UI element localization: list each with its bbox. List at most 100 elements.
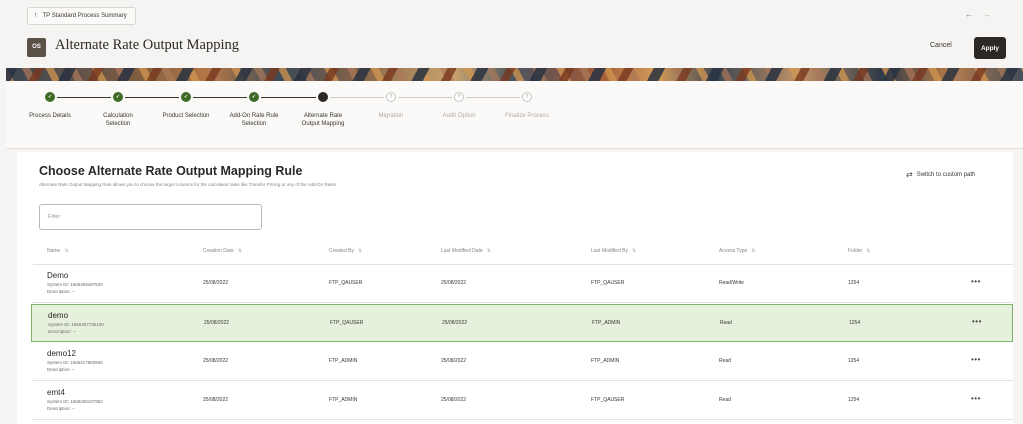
last-modified-date-cell: 25/08/2022 [442, 320, 468, 326]
switch-to-custom-path-link[interactable]: ⇄ Switch to custom path [906, 170, 975, 179]
last-modified-date-cell: 25/08/2022 [441, 358, 467, 364]
sort-icon[interactable]: ⇅ [866, 248, 870, 254]
decorative-banner [6, 68, 1023, 81]
more-actions-icon[interactable]: ••• [971, 277, 981, 286]
column-header[interactable]: Last Modified By ⇅ [591, 248, 636, 254]
step-2-indicator[interactable]: ✓ [113, 92, 123, 102]
system-id: System ID: 1665417883945 [47, 360, 103, 365]
last-modified-date-cell: 25/08/2022 [441, 397, 467, 403]
section-description: Alternate Rate Output Mapping Rule allow… [39, 182, 338, 187]
sort-icon[interactable]: ⇅ [64, 248, 68, 254]
step-8-indicator[interactable]: ? [522, 92, 532, 102]
swap-icon: ⇄ [906, 170, 913, 179]
column-header[interactable]: Creation Date ⇅ [203, 248, 242, 254]
more-actions-icon[interactable]: ••• [971, 355, 981, 364]
sort-icon[interactable]: ⇅ [487, 248, 491, 254]
creation-date-cell: 25/08/2022 [203, 280, 229, 286]
created-by-cell: FTP_QAUSER [330, 320, 364, 326]
cancel-button[interactable]: Cancel [930, 42, 952, 49]
step-connector [125, 97, 179, 98]
table-row[interactable]: emt4 System ID: 1665260107952 Description:… [31, 382, 1013, 420]
folder-cell: 1254 [849, 320, 861, 326]
switch-label: Switch to custom path [916, 171, 976, 178]
step-connector [330, 97, 384, 98]
step-5-indicator[interactable] [318, 92, 328, 102]
column-header-label: Created By [329, 248, 355, 254]
step-connector [466, 97, 520, 98]
title-bar: OS Alternate Rate Output Mapping Cancel … [0, 32, 1023, 64]
description: Description: -- [47, 367, 76, 372]
sort-icon[interactable]: ⇅ [751, 248, 755, 254]
step-7-indicator[interactable]: ? [454, 92, 464, 102]
description: Description: -- [48, 329, 77, 334]
table-row[interactable]: demo12 System ID: 1665417883945 Descriptio… [31, 343, 1013, 381]
step-connector [57, 97, 111, 98]
rule-name: demo12 [47, 349, 76, 358]
step-1-indicator[interactable]: ✓ [45, 92, 55, 102]
section-title: Choose Alternate Rate Output Mapping Rul… [39, 164, 303, 178]
sort-icon[interactable]: ⇅ [632, 248, 636, 254]
more-actions-icon[interactable]: ••• [972, 317, 982, 326]
step-3-indicator[interactable]: ✓ [181, 92, 191, 102]
last-modified-date-cell: 25/08/2022 [441, 280, 467, 286]
created-by-cell: FTP_ADMIN [329, 358, 358, 364]
breadcrumb[interactable]: ↑ TP Standard Process Summary [27, 7, 136, 25]
process-train: ✓ Process Details ✓ Calculation Selection ✓ P… [6, 81, 1023, 149]
folder-cell: 1254 [848, 358, 860, 364]
column-header[interactable]: Created By ⇅ [329, 248, 362, 254]
forward-arrow-icon[interactable]: → [983, 10, 1001, 19]
back-arrow-icon[interactable]: ← [965, 10, 983, 19]
step-4-indicator[interactable]: ✓ [249, 92, 259, 102]
step-5-label[interactable]: Alternate Rate Output Mapping [302, 112, 345, 128]
main-panel: Choose Alternate Rate Output Mapping Rul… [17, 152, 1013, 424]
apply-button[interactable]: Apply [974, 37, 1006, 59]
last-modified-by-cell: FTP_ADMIN [592, 320, 621, 326]
step-connector [261, 97, 316, 98]
last-modified-by-cell: FTP_ADMIN [591, 358, 620, 364]
access-type-cell: Read [720, 320, 732, 326]
step-connector [398, 97, 452, 98]
column-header[interactable]: Name ⇅ [47, 248, 69, 254]
column-header[interactable]: Access Type ⇅ [719, 248, 755, 254]
access-type-cell: Read/Write [719, 280, 744, 286]
creation-date-cell: 25/08/2022 [204, 320, 230, 326]
column-header-label: Name [47, 248, 61, 254]
creation-date-cell: 25/08/2022 [203, 358, 229, 364]
step-3-label[interactable]: Product Selection [162, 112, 209, 120]
step-7-label[interactable]: Audit Option [442, 112, 475, 120]
folder-cell: 1254 [848, 280, 860, 286]
sort-icon[interactable]: ⇅ [358, 248, 362, 254]
page-badge: OS [27, 38, 46, 57]
access-type-cell: Read [719, 358, 731, 364]
table-row[interactable]: Demo System ID: 1665459497520 Description:… [31, 265, 1013, 303]
rule-name: Demo [47, 271, 69, 280]
column-header-label: Folder [848, 248, 863, 254]
step-4-label[interactable]: Add-On Rate Rule Selection [229, 112, 278, 128]
system-id: System ID: 1665459497520 [47, 282, 103, 287]
table-row[interactable]: demo System ID: 1665457735100 Description:… [31, 304, 1013, 342]
last-modified-by-cell: FTP_QAUSER [591, 280, 625, 286]
step-8-label[interactable]: Finalize Process [505, 112, 549, 120]
sort-icon[interactable]: ⇅ [238, 248, 242, 254]
step-6-indicator[interactable]: ? [386, 92, 396, 102]
column-header[interactable]: Last Modified Date ⇅ [441, 248, 491, 254]
last-modified-by-cell: FTP_QAUSER [591, 397, 625, 403]
filter-input[interactable] [39, 204, 262, 230]
step-1-label[interactable]: Process Details [29, 112, 71, 120]
column-header-label: Creation Date [203, 248, 234, 254]
step-6-label[interactable]: Migration [379, 112, 404, 120]
top-bar: ↑ TP Standard Process Summary ←→ [0, 0, 1023, 32]
created-by-cell: FTP_QAUSER [329, 280, 363, 286]
system-id: System ID: 1665260107952 [47, 399, 103, 404]
more-actions-icon[interactable]: ••• [971, 394, 981, 403]
folder-cell: 1254 [848, 397, 860, 403]
created-by-cell: FTP_ADMIN [329, 397, 358, 403]
step-2-label[interactable]: Calculation Selection [103, 112, 133, 128]
history-nav: ←→ [965, 10, 1001, 19]
rule-name: demo [48, 311, 69, 320]
column-header[interactable]: Folder ⇅ [848, 248, 870, 254]
page-title: Alternate Rate Output Mapping [55, 37, 240, 53]
description: Description: -- [47, 406, 76, 411]
arrow-up-icon: ↑ [34, 12, 38, 19]
step-connector [193, 97, 247, 98]
